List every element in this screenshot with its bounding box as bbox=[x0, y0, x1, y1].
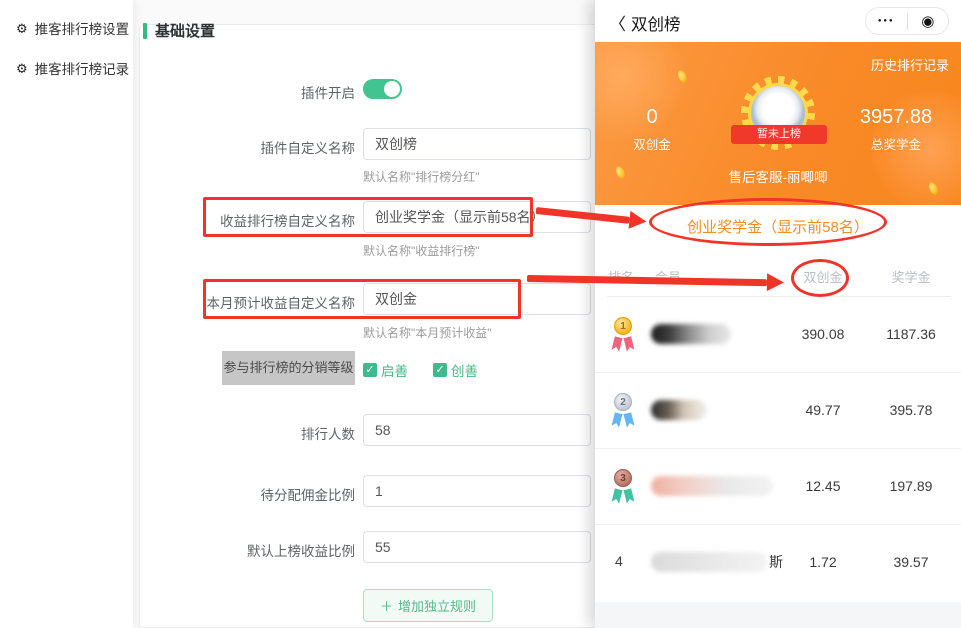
checkbox-check-icon: ✓ bbox=[363, 363, 377, 377]
phone-footer-area bbox=[595, 602, 961, 628]
header-award: 奖学金 bbox=[871, 267, 951, 286]
sidebar-item-rank-settings[interactable]: ⚙ 推客排行榜设置 bbox=[0, 8, 133, 48]
month-revenue-name-label: 本月预计收益自定义名称 bbox=[150, 292, 355, 312]
level-checkbox-qishan[interactable]: ✓ 启善 bbox=[363, 360, 408, 380]
award-value: 1187.36 bbox=[871, 326, 951, 342]
plugin-name-label: 插件自定义名称 bbox=[150, 137, 355, 157]
medal-ribbon bbox=[623, 336, 634, 352]
header-rank: 排名 bbox=[608, 267, 634, 286]
gold-medal-icon: 1 bbox=[610, 317, 636, 351]
bronze-medal-icon: 3 bbox=[610, 469, 636, 503]
phone-navbar: 〈 双创榜 ●●● ◉ bbox=[595, 0, 961, 42]
revenue-rank-name-hint: 默认名称"收益排行榜" bbox=[363, 242, 480, 259]
level-option-label: 启善 bbox=[381, 360, 408, 380]
revenue-rank-name-label: 收益排行榜自定义名称 bbox=[150, 210, 355, 230]
section-title: 基础设置 bbox=[155, 20, 215, 41]
default-ratio-label: 默认上榜收益比例 bbox=[150, 540, 355, 560]
more-menu-icon[interactable]: ●●● bbox=[866, 18, 907, 24]
dc-value: 390.08 bbox=[785, 326, 861, 342]
blurred-name bbox=[651, 324, 731, 344]
member-name-masked bbox=[651, 476, 773, 496]
list-title: 创业奖学金（显示前58名） bbox=[595, 216, 961, 237]
add-rule-button[interactable]: ＋ 增加独立规则 bbox=[363, 589, 493, 622]
header-member: 会员 bbox=[655, 267, 681, 286]
medal-ribbon bbox=[623, 488, 634, 504]
service-nickname: 售后客服-丽唧唧 bbox=[595, 166, 961, 186]
dc-value: 49.77 bbox=[785, 402, 861, 418]
award-value: 39.57 bbox=[871, 554, 951, 570]
table-header-row: 排名 会员 双创金 奖学金 bbox=[595, 267, 961, 291]
screenshot-root: 基础设置 插件开启 插件自定义名称 双创榜 默认名称"排行榜分红" 收益排行榜自… bbox=[0, 0, 961, 628]
header-dc: 双创金 bbox=[785, 267, 861, 286]
medal-rank-number: 3 bbox=[614, 469, 632, 487]
member-name-masked: 斯 bbox=[651, 552, 783, 572]
gear-icon: ⚙ bbox=[16, 62, 28, 75]
level-option-label: 创善 bbox=[451, 360, 478, 380]
medal-rank-number: 1 bbox=[614, 317, 632, 335]
dc-value: 12.45 bbox=[785, 478, 861, 494]
month-revenue-name-hint: 默认名称"本月预计收益" bbox=[363, 324, 492, 341]
medal-ribbon bbox=[611, 412, 622, 428]
plugin-name-hint: 默认名称"排行榜分红" bbox=[363, 168, 480, 185]
commission-ratio-label: 待分配佣金比例 bbox=[150, 484, 355, 504]
not-ranked-ribbon-badge: 暂未上榜 bbox=[731, 125, 827, 144]
medal-ribbon bbox=[623, 412, 634, 428]
left-stat-label: 双创金 bbox=[607, 134, 697, 153]
miniprogram-capsule: ●●● ◉ bbox=[865, 7, 949, 35]
sidebar-item-label: 推客排行榜设置 bbox=[35, 18, 130, 38]
medal-ribbon bbox=[611, 488, 622, 504]
close-target-icon[interactable]: ◉ bbox=[908, 14, 949, 29]
sidebar-item-label: 推客排行榜记录 bbox=[35, 58, 130, 78]
history-rank-link[interactable]: 历史排行记录 bbox=[871, 55, 949, 74]
sidebar-item-rank-records[interactable]: ⚙ 推客排行榜记录 bbox=[0, 48, 133, 88]
plugin-name-input[interactable]: 双创榜 bbox=[363, 128, 591, 160]
right-stat-value: 3957.88 bbox=[851, 106, 941, 128]
add-rule-button-label: 增加独立规则 bbox=[398, 596, 476, 615]
section-accent-bar bbox=[143, 23, 147, 39]
checkbox-check-icon: ✓ bbox=[433, 363, 447, 377]
table-row: 2 49.77 395.78 bbox=[595, 373, 961, 449]
dc-value: 1.72 bbox=[785, 554, 861, 570]
blurred-name bbox=[651, 400, 707, 420]
revenue-rank-name-input[interactable]: 创业奖学金（显示前58名） bbox=[363, 201, 591, 233]
ranking-list: 1 390.08 1187.36 2 49.77 395.78 bbox=[595, 297, 961, 601]
blurred-name bbox=[651, 476, 773, 496]
month-revenue-name-input[interactable]: 双创金 bbox=[363, 283, 591, 315]
award-value: 395.78 bbox=[871, 402, 951, 418]
phone-page-title: 双创榜 bbox=[631, 11, 681, 35]
right-stat: 3957.88 总奖学金 bbox=[851, 106, 941, 153]
gear-icon: ⚙ bbox=[16, 22, 28, 35]
medal-rank-number: 2 bbox=[614, 393, 632, 411]
section-header: 基础设置 bbox=[143, 20, 215, 41]
right-stat-label: 总奖学金 bbox=[851, 134, 941, 153]
commission-ratio-input[interactable]: 1 bbox=[363, 475, 591, 507]
sidebar: ⚙ 推客排行榜设置 ⚙ 推客排行榜记录 bbox=[0, 0, 133, 628]
member-name-masked bbox=[651, 400, 707, 420]
toggle-knob bbox=[384, 81, 400, 97]
left-stat-value: 0 bbox=[607, 106, 697, 128]
silver-medal-icon: 2 bbox=[610, 393, 636, 427]
medal-ribbon bbox=[611, 336, 622, 352]
default-ratio-input[interactable]: 55 bbox=[363, 531, 591, 563]
level-checkbox-chuangshan[interactable]: ✓ 创善 bbox=[433, 360, 478, 380]
award-value: 197.89 bbox=[871, 478, 951, 494]
table-row: 4 斯 1.72 39.57 bbox=[595, 525, 961, 601]
left-stat: 0 双创金 bbox=[607, 106, 697, 153]
plus-icon: ＋ bbox=[380, 596, 393, 615]
name-visible-suffix: 斯 bbox=[769, 552, 783, 572]
back-icon[interactable]: 〈 bbox=[609, 10, 626, 35]
member-name-masked bbox=[651, 324, 731, 344]
phone-preview-panel: 〈 双创榜 ●●● ◉ 历史排行记录 0 双创金 3957.88 总奖学金 bbox=[595, 0, 961, 628]
rank-count-input[interactable]: 58 bbox=[363, 414, 591, 446]
rank-number: 4 bbox=[615, 553, 623, 569]
plugin-enable-toggle[interactable] bbox=[363, 79, 402, 99]
rank-count-label: 排行人数 bbox=[150, 423, 355, 443]
levels-label: 参与排行榜的分销等级 bbox=[222, 351, 355, 385]
ranking-banner: 历史排行记录 0 双创金 3957.88 总奖学金 暂未上榜 售后客服-丽唧唧 bbox=[595, 42, 961, 205]
blurred-name bbox=[651, 552, 767, 572]
table-row: 3 12.45 197.89 bbox=[595, 449, 961, 525]
plugin-switch-label: 插件开启 bbox=[150, 82, 355, 102]
table-row: 1 390.08 1187.36 bbox=[595, 297, 961, 373]
